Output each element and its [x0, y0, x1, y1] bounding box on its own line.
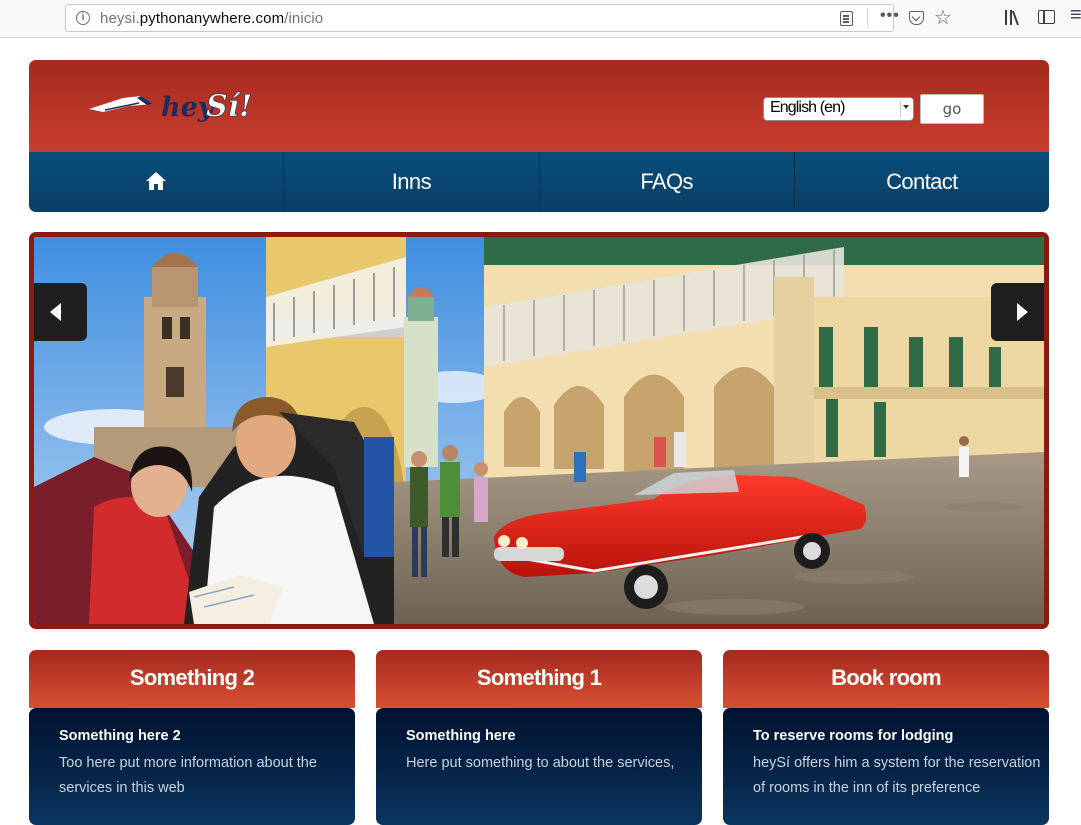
card-subtitle: To reserve rooms for lodging	[753, 728, 954, 744]
more-actions-icon[interactable]: •••	[880, 7, 900, 25]
card-body: Something here Here put something to abo…	[376, 708, 702, 825]
language-select-value: English (en)	[770, 99, 845, 116]
menu-icon[interactable]: ≡	[1070, 4, 1081, 27]
info-card-book-room: Book room To reserve rooms for lodging h…	[723, 650, 1049, 825]
card-text: heySí offers him a system for the reserv…	[753, 755, 1041, 796]
card-subtitle: Something here	[406, 728, 516, 744]
nav-item-faqs[interactable]: FAQs	[540, 152, 795, 212]
slider-next-button[interactable]	[991, 283, 1044, 341]
nav-item-home[interactable]	[29, 152, 285, 212]
card-body: Something here 2 Too here put more infor…	[29, 708, 355, 825]
nav-item-inns[interactable]: Inns	[284, 152, 540, 212]
home-icon	[146, 172, 167, 192]
pocket-icon[interactable]	[909, 11, 924, 25]
nav-item-contact[interactable]: Contact	[795, 152, 1049, 212]
reader-view-icon[interactable]	[840, 11, 853, 26]
go-button[interactable]: go	[920, 94, 984, 124]
plane-logo-icon	[89, 96, 153, 112]
card-subtitle: Something here 2	[59, 728, 181, 744]
card-text: Too here put more information about the …	[59, 755, 317, 796]
info-card-something-2: Something 2 Something here 2 Too here pu…	[29, 650, 355, 825]
divider	[867, 8, 868, 28]
language-select[interactable]: English (en)	[763, 97, 914, 121]
logo[interactable]: hey Sí!	[89, 86, 279, 130]
image-slider[interactable]	[29, 232, 1049, 629]
library-icon[interactable]	[1005, 9, 1025, 26]
bookmark-star-icon[interactable]: ☆	[934, 5, 952, 30]
chevron-down-icon[interactable]	[900, 101, 911, 117]
browser-toolbar: i heysi.pythonanywhere.com/inicio ••• ☆ …	[0, 0, 1081, 38]
slider-image	[34, 237, 1044, 624]
card-body: To reserve rooms for lodging heySí offer…	[723, 708, 1049, 825]
url-text[interactable]: heysi.pythonanywhere.com/inicio	[100, 10, 323, 27]
card-text: Here put something to about the services…	[406, 755, 675, 771]
card-title: Something 1	[376, 650, 702, 708]
logo-wordmark-si: Sí!	[206, 89, 252, 124]
info-icon[interactable]: i	[76, 11, 90, 25]
info-card-something-1: Something 1 Something here Here put some…	[376, 650, 702, 825]
address-bar[interactable]: i heysi.pythonanywhere.com/inicio ••• ☆	[65, 4, 952, 32]
site-header: hey Sí! English (en) go Inns FAQs Contac…	[29, 60, 1049, 212]
card-title: Something 2	[29, 650, 355, 708]
main-nav: Inns FAQs Contact	[29, 152, 1049, 212]
slider-prev-button[interactable]	[34, 283, 87, 341]
sidebar-icon[interactable]	[1038, 10, 1055, 24]
card-title: Book room	[723, 650, 1049, 708]
